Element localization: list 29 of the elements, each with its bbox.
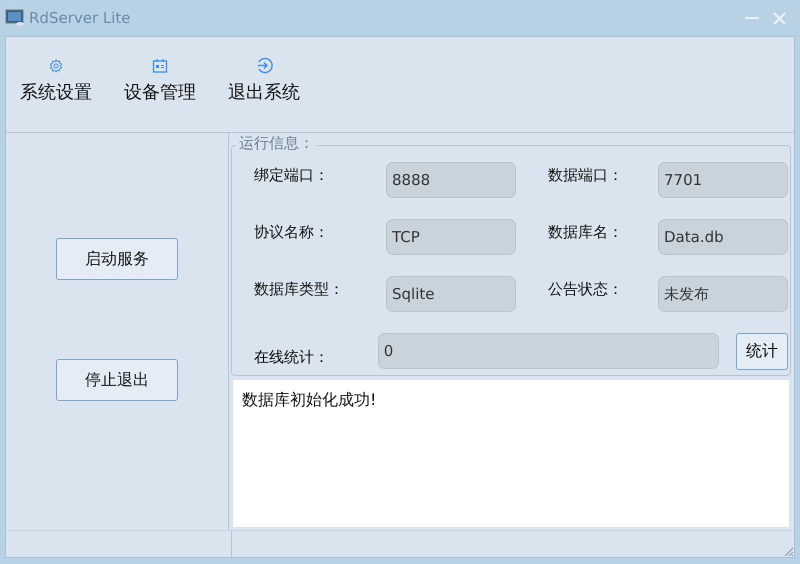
field-label: 数据库类型： [254,279,345,300]
side-button[interactable]: 停止退出 [56,359,178,402]
toolbar-button[interactable]: 系统设置 [20,58,92,104]
toolbar-button[interactable]: 设备管理 [124,58,196,104]
count-button[interactable]: 统计 [736,332,788,370]
side-button[interactable]: 启动服务 [56,238,178,280]
minimize-icon[interactable] [745,16,759,20]
field-label: 数据库名： [548,222,624,242]
input-field[interactable]: Sqlite [386,276,516,312]
field-label: 在线统计： [254,346,330,367]
input-field[interactable]: 8888 [386,162,516,198]
input-field[interactable]: 未发布 [658,276,788,312]
toolbar-button[interactable]: 退出系统 [228,57,300,104]
close-icon[interactable] [773,12,786,24]
field-label: 绑定端口： [254,165,330,186]
id-card-icon [152,58,168,74]
input-field[interactable]: 7701 [658,162,788,198]
window-title: RdServer Lite [29,9,131,27]
field-label: 公告状态： [548,279,624,300]
log-output: 数据库初始化成功! [233,380,789,528]
gear-icon [48,58,64,74]
exit-icon [256,57,272,74]
input-field[interactable]: Data.db [658,219,788,256]
input-field[interactable]: TCP [386,219,516,256]
monitor-icon [5,9,25,27]
field-label: 协议名称： [254,222,330,242]
input-field[interactable]: 0 [378,333,720,370]
field-label: 数据端口： [548,165,624,186]
resize-grip-icon[interactable] [782,545,794,557]
